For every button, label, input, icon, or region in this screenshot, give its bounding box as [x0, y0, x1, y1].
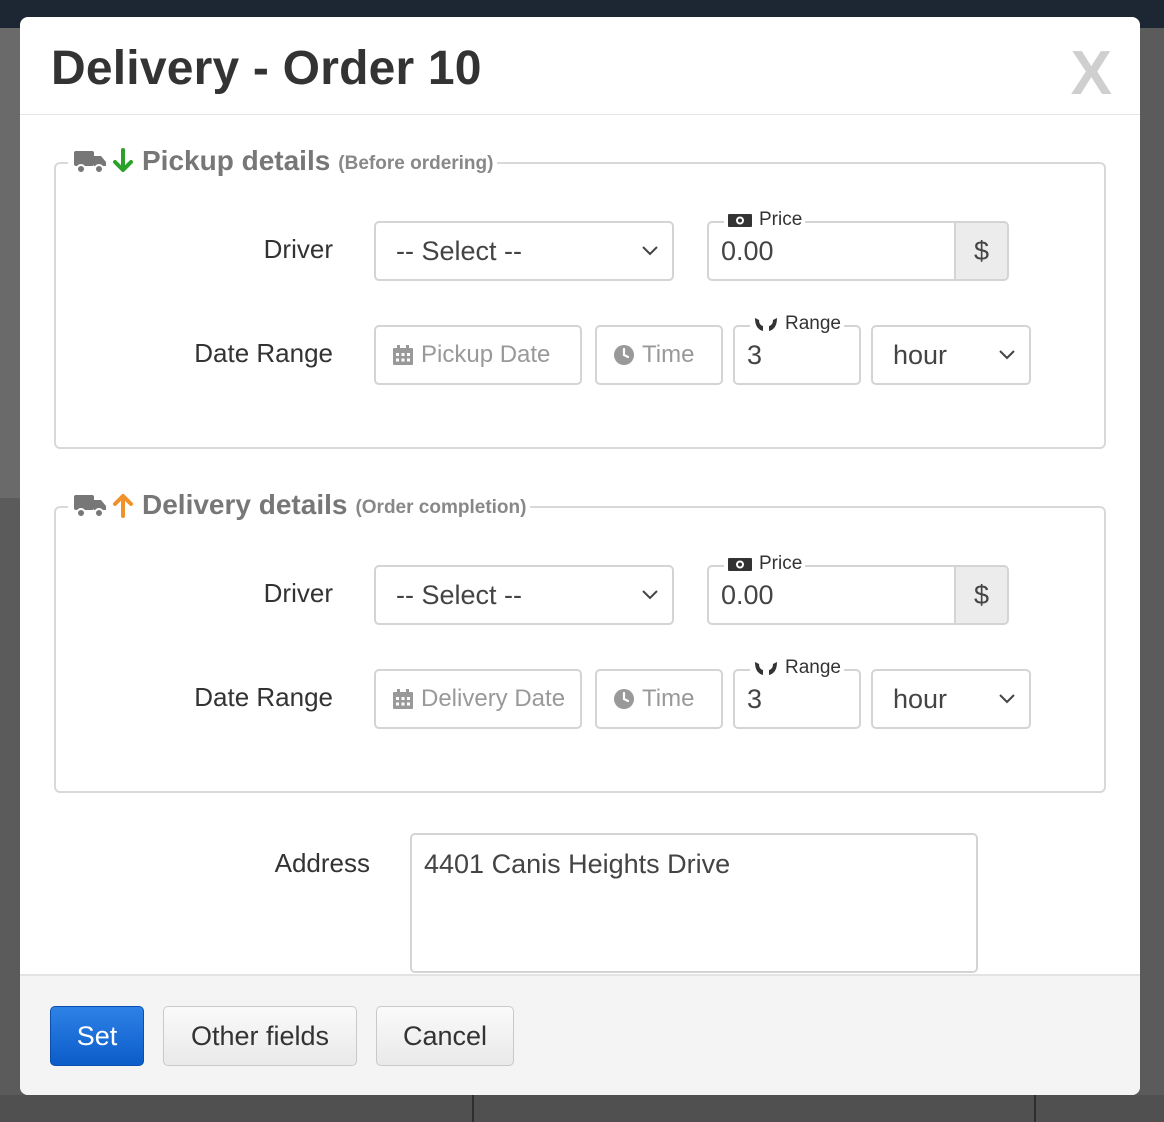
- delivery-currency-addon: $: [954, 565, 1009, 625]
- set-button[interactable]: Set: [50, 1006, 144, 1066]
- delivery-title: Delivery details: [142, 489, 348, 520]
- cancel-button[interactable]: Cancel: [376, 1006, 514, 1066]
- background-divider: [1034, 1095, 1036, 1122]
- background-divider: [472, 1095, 474, 1122]
- pickup-driver-select-value: -- Select --: [396, 235, 523, 266]
- pickup-date-range-label: Date Range: [194, 338, 333, 368]
- pickup-time-input[interactable]: Time: [595, 325, 723, 385]
- pickup-details-fieldset: Pickup details (Before ordering): [54, 144, 1106, 449]
- delivery-details-fieldset: Delivery details (Order completion): [54, 488, 1106, 793]
- chevron-down-icon: [642, 246, 658, 256]
- delivery-range-label: Range: [750, 657, 844, 679]
- background-bottom: [0, 1095, 1164, 1122]
- pickup-subtitle: (Before ordering): [338, 153, 494, 174]
- money-icon: [728, 213, 752, 227]
- pickup-unit-select[interactable]: hour: [871, 325, 1031, 385]
- delivery-unit-select-value: hour: [893, 683, 948, 714]
- delivery-legend: Delivery details (Order completion): [68, 488, 531, 522]
- pickup-currency-addon: $: [954, 221, 1009, 281]
- pickup-range-label: Range: [750, 313, 844, 335]
- pickup-date-input[interactable]: Pickup Date: [374, 325, 582, 385]
- delivery-date-input[interactable]: Delivery Date: [374, 669, 582, 729]
- clock-icon: [614, 689, 634, 709]
- delivery-time-input[interactable]: Time: [595, 669, 723, 729]
- pickup-time-placeholder: Time: [642, 341, 695, 368]
- pickup-unit-select-value: hour: [893, 339, 948, 370]
- truck-icon: [74, 495, 106, 518]
- delivery-driver-label: Driver: [263, 578, 333, 608]
- pickup-price-label-text: Price: [759, 209, 803, 230]
- range-hands-icon: [755, 318, 777, 331]
- delivery-subtitle: (Order completion): [355, 497, 527, 518]
- clock-icon: [614, 345, 634, 365]
- chevron-down-icon: [999, 350, 1015, 360]
- delivery-range-label-text: Range: [785, 657, 841, 678]
- money-icon: [728, 557, 752, 571]
- truck-icon: [74, 151, 106, 174]
- address-textarea[interactable]: 4401 Canis Heights Drive: [410, 833, 978, 973]
- delivery-price-label: Price: [724, 553, 806, 575]
- delivery-driver-select-value: -- Select --: [396, 579, 523, 610]
- pickup-legend: Pickup details (Before ordering): [68, 144, 498, 178]
- pickup-range-label-text: Range: [785, 313, 841, 334]
- background-sidebar: [0, 28, 20, 498]
- address-label: Address: [274, 848, 370, 878]
- arrow-down-icon: [113, 148, 133, 172]
- calendar-icon: [393, 345, 413, 365]
- calendar-icon: [393, 689, 413, 709]
- pickup-price-label: Price: [724, 209, 806, 231]
- delivery-driver-select[interactable]: -- Select --: [374, 565, 674, 625]
- pickup-driver-label: Driver: [263, 234, 333, 264]
- other-fields-button[interactable]: Other fields: [163, 1006, 357, 1066]
- delivery-date-placeholder: Delivery Date: [421, 685, 566, 712]
- range-hands-icon: [755, 662, 777, 675]
- arrow-up-icon: [113, 494, 133, 518]
- delivery-unit-select[interactable]: hour: [871, 669, 1031, 729]
- modal-footer: Set Other fields Cancel: [20, 974, 1140, 1095]
- pickup-date-placeholder: Pickup Date: [421, 341, 551, 368]
- close-button[interactable]: X: [1071, 43, 1112, 105]
- modal-title: Delivery - Order 10: [51, 42, 482, 95]
- chevron-down-icon: [999, 694, 1015, 704]
- delivery-price-label-text: Price: [759, 553, 803, 574]
- pickup-title: Pickup details: [142, 145, 331, 176]
- chevron-down-icon: [642, 590, 658, 600]
- pickup-driver-select[interactable]: -- Select --: [374, 221, 674, 281]
- modal-header: Delivery - Order 10 X: [20, 17, 1140, 115]
- delivery-modal: Delivery - Order 10 X Pickup details (Be…: [20, 17, 1140, 1095]
- delivery-time-placeholder: Time: [642, 685, 695, 712]
- delivery-date-range-label: Date Range: [194, 682, 333, 712]
